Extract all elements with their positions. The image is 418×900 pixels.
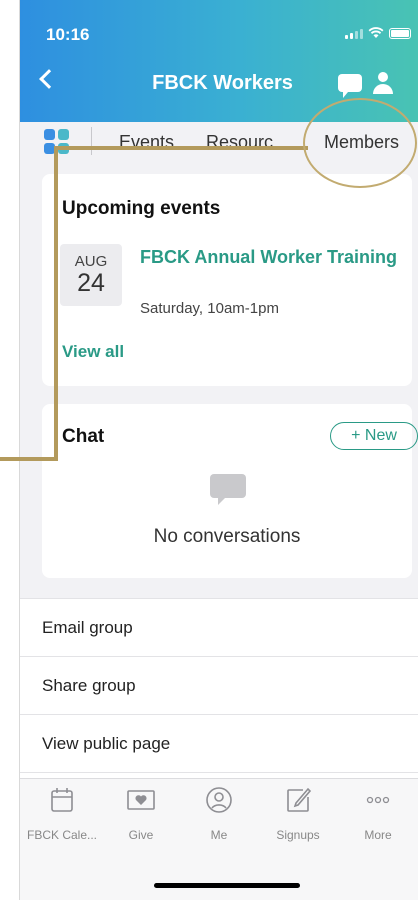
tab-give[interactable]: Give [101,779,181,842]
status-time: 10:16 [46,25,90,44]
view-all-link[interactable]: View all [62,342,124,362]
more-icon [366,796,390,804]
tab-me[interactable]: Me [179,779,259,842]
tab-give-label: Give [128,828,154,842]
email-group-item[interactable]: Email group [20,598,418,656]
profile-icon [206,787,232,813]
chat-icon[interactable] [338,74,362,98]
no-conversations-text: No conversations [153,526,301,547]
empty-chat-icon [210,474,246,505]
upcoming-events-card: Upcoming events AUG 24 FBCK Annual Worke… [42,174,412,386]
view-public-page-item[interactable]: View public page [20,714,418,772]
event-date-badge: AUG 24 [60,244,122,306]
annotation-line-vertical [54,146,58,461]
group-actions-list: Email group Share group View public page… [20,598,418,804]
tab-more[interactable]: More [338,779,418,842]
event-day: 24 [77,269,105,297]
person-icon[interactable] [372,72,394,94]
annotation-line-top [54,146,308,150]
tab-calendar[interactable]: FBCK Cale... [22,779,102,842]
event-time: Saturday, 10am-1pm [140,300,279,317]
tab-me-label: Me [210,828,228,842]
signups-icon [287,787,312,812]
chat-title: Chat [62,426,105,447]
tab-signups-label: Signups [276,828,320,842]
give-icon [127,790,155,810]
tab-calendar-label: FBCK Cale... [26,828,98,842]
home-indicator [154,883,300,888]
bottom-tab-bar: FBCK Cale... Give Me Signups More [20,778,418,900]
upcoming-events-title: Upcoming events [62,198,221,219]
chat-card: Chat + New No conversations [42,404,418,578]
battery-icon [389,27,411,39]
event-name-link[interactable]: FBCK Annual Worker Training [140,246,400,268]
event-month: AUG [74,253,108,270]
annotation-line-left [0,457,58,461]
tab-signups[interactable]: Signups [258,779,338,842]
wifi-icon [368,27,384,38]
tab-divider [91,127,92,155]
calendar-icon [51,788,73,812]
status-icons [345,27,411,39]
signal-icon [345,27,363,39]
annotation-highlight-ellipse [303,98,417,188]
share-group-item[interactable]: Share group [20,656,418,714]
new-chat-button[interactable]: + New [330,422,418,450]
tab-more-label: More [364,828,392,842]
